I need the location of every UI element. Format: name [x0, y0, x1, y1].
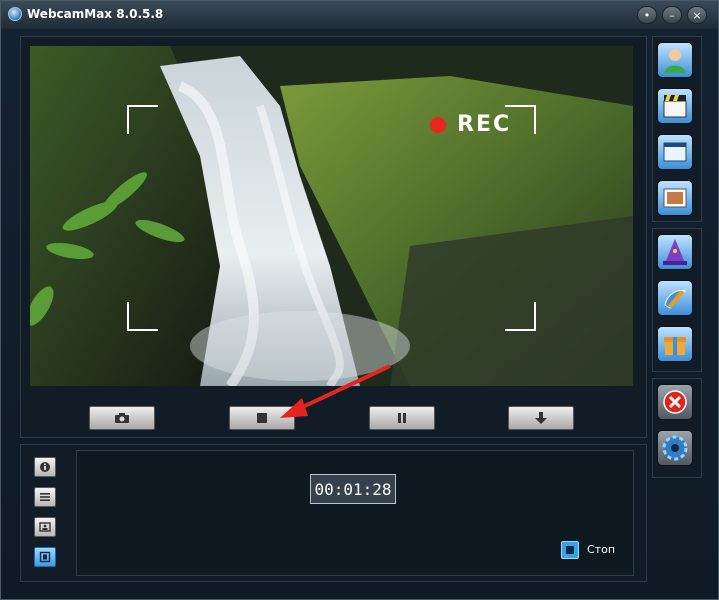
- sidebar-magic-button[interactable]: [657, 234, 693, 270]
- webcam-preview: [30, 46, 633, 386]
- stop-square-icon: [566, 546, 574, 554]
- tab-pictures[interactable]: [34, 517, 56, 537]
- close-button[interactable]: ×: [687, 6, 707, 24]
- close-red-icon: [663, 390, 687, 414]
- sidebar-settings-button[interactable]: [657, 430, 693, 466]
- sidebar-profile-button[interactable]: [657, 42, 693, 78]
- camera-icon: [115, 413, 129, 423]
- stop-icon: [257, 413, 267, 423]
- save-button[interactable]: [508, 406, 574, 430]
- paint-pen-icon: [664, 290, 687, 309]
- picture-icon: [39, 522, 51, 532]
- minimize-button[interactable]: •: [637, 6, 657, 24]
- annotation-arrow: [280, 364, 391, 418]
- recording-status-label: Стоп: [587, 543, 616, 556]
- recording-status-icon: [561, 541, 579, 559]
- sidebar-gift-button[interactable]: [657, 326, 693, 362]
- restore-button[interactable]: –: [662, 6, 682, 24]
- wizard-hat-icon: [663, 239, 687, 265]
- gear-icon: [662, 435, 688, 461]
- recording-details: [76, 450, 634, 576]
- tab-list[interactable]: [34, 487, 56, 507]
- image-frame-icon: [663, 188, 687, 208]
- sidebar-window-button[interactable]: [657, 134, 693, 170]
- list-icon: [40, 493, 50, 501]
- tab-info[interactable]: [34, 457, 56, 477]
- user-icon: [664, 49, 686, 73]
- rec-label: REC: [457, 112, 512, 137]
- window-icon: [663, 142, 687, 162]
- sidebar-effects-button[interactable]: [657, 88, 693, 124]
- window-title: WebcamMax 8.0.5.8: [27, 7, 164, 21]
- film-icon: [39, 551, 51, 563]
- download-icon: [535, 412, 547, 424]
- sidebar-exit-button[interactable]: [657, 384, 693, 420]
- sidebar-draw-button[interactable]: [657, 280, 693, 316]
- app-logo-icon: [8, 7, 22, 21]
- sidebar-frame-button[interactable]: [657, 180, 693, 216]
- title-bar[interactable]: WebcamMax 8.0.5.8 • – ×: [1, 1, 718, 29]
- waterfall-scene: [30, 46, 633, 386]
- recording-timer: 00:01:28: [310, 474, 396, 504]
- tab-videos[interactable]: [34, 547, 56, 567]
- movie-clapper-icon: [663, 95, 687, 118]
- snapshot-button[interactable]: [89, 406, 155, 430]
- gift-box-icon: [664, 337, 686, 355]
- info-icon: [40, 462, 50, 472]
